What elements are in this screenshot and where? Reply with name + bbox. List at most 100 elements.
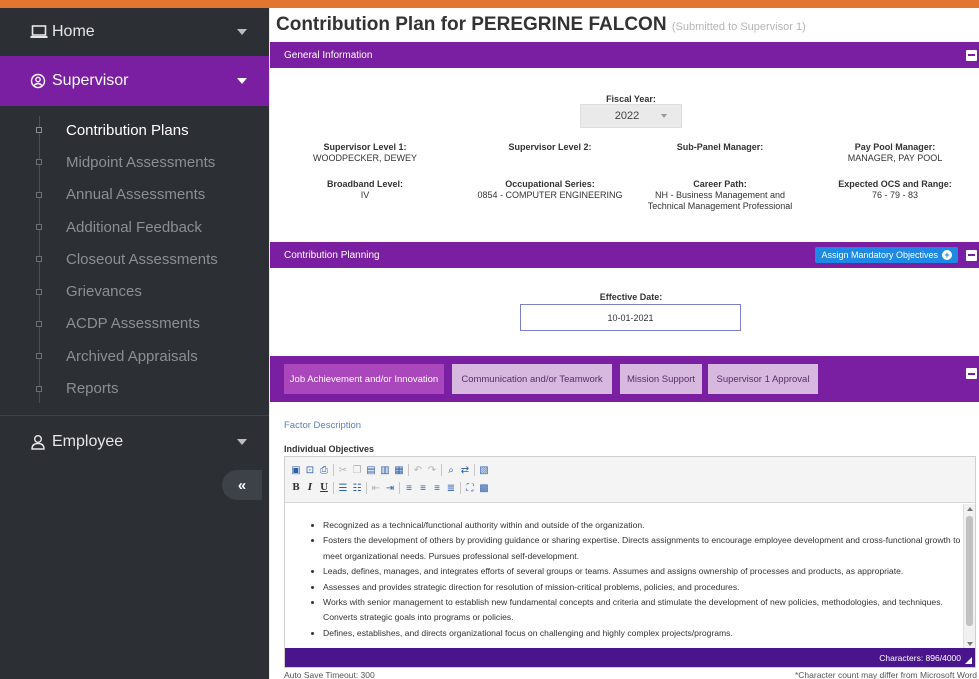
- paste-icon[interactable]: ▤: [364, 465, 378, 476]
- tab-label: Supervisor 1 Approval: [716, 373, 810, 385]
- nav-employee[interactable]: Employee: [0, 418, 269, 466]
- chevron-down-icon: [237, 78, 247, 84]
- toolbar-separator: [366, 482, 367, 494]
- editor-scrollbar[interactable]: [963, 504, 975, 649]
- bullet-icon: [36, 191, 42, 198]
- italic-icon[interactable]: I: [303, 483, 317, 493]
- factor-description-link[interactable]: Factor Description: [284, 420, 361, 431]
- minimize-planning-button[interactable]: [966, 249, 977, 261]
- nav-home-label: Home: [52, 23, 95, 40]
- sidebar-item-grievances[interactable]: Grievances: [0, 275, 269, 307]
- find-icon[interactable]: ⌕: [444, 465, 458, 476]
- effective-date-input[interactable]: 10-01-2021: [520, 304, 741, 331]
- toolbar-separator: [408, 464, 409, 476]
- pay-pool-manager-value: MANAGER, PAY POOL: [847, 153, 943, 163]
- sidebar-item-label: Contribution Plans: [66, 121, 189, 139]
- bullet-icon: [36, 385, 42, 392]
- objectives-list: Recognized as a technical/functional aut…: [323, 518, 963, 641]
- sidebar-item-acdp-assessments[interactable]: ACDP Assessments: [0, 308, 269, 340]
- career-path-value-line1: NH - Business Management and: [654, 190, 786, 200]
- list-item: Works with senior management to establis…: [323, 595, 963, 626]
- tab-job-achievement[interactable]: Job Achievement and/or Innovation: [284, 364, 444, 394]
- sidebar-item-contribution-plans[interactable]: Contribution Plans: [0, 114, 269, 146]
- underline-icon[interactable]: U: [317, 483, 331, 493]
- chevron-down-icon: [237, 438, 247, 445]
- auto-save-timeout: Auto Save Timeout: 300: [284, 670, 375, 679]
- maximize-icon[interactable]: ⛶: [463, 483, 477, 494]
- character-count: Characters: 896/4000: [879, 652, 961, 663]
- assign-mandatory-objectives-button[interactable]: Assign Mandatory Objectives +: [815, 247, 958, 263]
- sidebar-item-midpoint-assessments[interactable]: Midpoint Assessments: [0, 146, 269, 178]
- sidebar-item-label: Reports: [66, 380, 119, 398]
- dropdown-arrow-icon: [661, 114, 667, 118]
- general-info-header: General Information: [270, 42, 979, 68]
- paste-text-icon[interactable]: ▥: [378, 465, 392, 476]
- plus-circle-icon: +: [942, 250, 952, 260]
- align-center-icon[interactable]: ≡: [416, 483, 430, 494]
- nav-supervisor[interactable]: Supervisor: [0, 56, 269, 106]
- career-path-label: Career Path:: [693, 179, 747, 189]
- select-all-icon[interactable]: ▧: [477, 465, 491, 476]
- page-title-text: Contribution Plan for PEREGRINE FALCON: [276, 14, 667, 35]
- sub-panel-manager-label: Sub-Panel Manager:: [676, 142, 764, 152]
- copy-icon[interactable]: ❐: [350, 465, 364, 476]
- align-left-icon[interactable]: ≡: [402, 483, 416, 494]
- minimize-general-button[interactable]: [966, 49, 977, 61]
- resize-handle-icon[interactable]: [965, 657, 972, 664]
- scroll-down-icon[interactable]: [967, 642, 973, 646]
- status-text: (Submitted to Supervisor 1): [671, 21, 806, 33]
- career-path-value-line2: Technical Management Professional: [647, 201, 793, 211]
- pay-pool-manager-label: Pay Pool Manager:: [854, 142, 936, 152]
- cut-icon[interactable]: ✂: [336, 465, 350, 476]
- scroll-up-icon[interactable]: [967, 507, 973, 511]
- bulleted-list-icon[interactable]: ☷: [350, 483, 364, 494]
- numbered-list-icon[interactable]: ☰: [336, 483, 350, 494]
- sidebar-item-additional-feedback[interactable]: Additional Feedback: [0, 211, 269, 243]
- sidebar-item-archived-appraisals[interactable]: Archived Appraisals: [0, 340, 269, 372]
- bullet-icon: [36, 127, 42, 134]
- outdent-icon[interactable]: ⇤: [369, 483, 383, 494]
- sidebar-item-reports[interactable]: Reports: [0, 372, 269, 404]
- sidebar-item-closeout-assessments[interactable]: Closeout Assessments: [0, 243, 269, 275]
- redo-icon[interactable]: ↷: [425, 465, 439, 476]
- print-icon[interactable]: ⎙: [317, 465, 331, 476]
- sidebar-item-annual-assessments[interactable]: Annual Assessments: [0, 179, 269, 211]
- page-title: Contribution Plan for PEREGRINE FALCON (…: [276, 14, 806, 36]
- show-blocks-icon[interactable]: ▩: [477, 483, 491, 494]
- nav-employee-label: Employee: [52, 432, 124, 450]
- tab-communication[interactable]: Communication and/or Teamwork: [452, 364, 612, 394]
- minus-icon: [968, 372, 975, 375]
- toolbar-separator: [333, 482, 334, 494]
- supervisor-submenu: Contribution Plans Midpoint Assessments …: [0, 106, 269, 411]
- justify-icon[interactable]: ≣: [444, 483, 458, 494]
- sidebar-item-label: Grievances: [66, 283, 142, 301]
- top-accent-bar: [0, 0, 979, 8]
- undo-icon[interactable]: ↶: [411, 465, 425, 476]
- tab-mission-support[interactable]: Mission Support: [620, 364, 702, 394]
- supervisor-level-1-value: WOODPECKER, DEWEY: [312, 153, 417, 163]
- tab-label: Mission Support: [626, 373, 696, 385]
- replace-icon[interactable]: ⇄: [458, 465, 472, 476]
- indent-icon[interactable]: ⇥: [383, 483, 397, 494]
- occupational-series-value: 0854 - COMPUTER ENGINEERING: [477, 190, 623, 200]
- align-right-icon[interactable]: ≡: [430, 483, 444, 494]
- sidebar-item-label: Closeout Assessments: [66, 250, 218, 268]
- collapse-sidebar-button[interactable]: «: [222, 470, 262, 500]
- bullet-icon: [36, 256, 42, 263]
- preview-icon[interactable]: ⊡: [303, 465, 317, 476]
- bold-icon[interactable]: B: [289, 483, 303, 493]
- scroll-thumb[interactable]: [966, 516, 973, 626]
- editor-content[interactable]: Recognized as a technical/functional aut…: [285, 504, 963, 649]
- paste-word-icon[interactable]: ▦: [392, 465, 406, 476]
- objectives-rich-text-editor[interactable]: ▣ ⊡ ⎙ ✂ ❐ ▤ ▥ ▦ ↶ ↷ ⌕ ⇄ ▧ B I U ☰ ☷ ⇤ ⇥ …: [284, 456, 976, 668]
- nav-home[interactable]: Home: [0, 8, 269, 56]
- tab-supervisor-1-approval[interactable]: Supervisor 1 Approval: [708, 364, 818, 394]
- minimize-tabs-button[interactable]: [966, 368, 977, 379]
- editor-status-bar: Characters: 896/4000: [285, 648, 975, 667]
- user-icon: [30, 433, 48, 451]
- sidebar-item-label: ACDP Assessments: [66, 315, 200, 333]
- sidebar-item-label: Additional Feedback: [66, 218, 202, 236]
- sidebar-item-label: Archived Appraisals: [66, 347, 198, 365]
- save-icon[interactable]: ▣: [289, 465, 303, 476]
- fiscal-year-select[interactable]: 2022: [580, 104, 682, 128]
